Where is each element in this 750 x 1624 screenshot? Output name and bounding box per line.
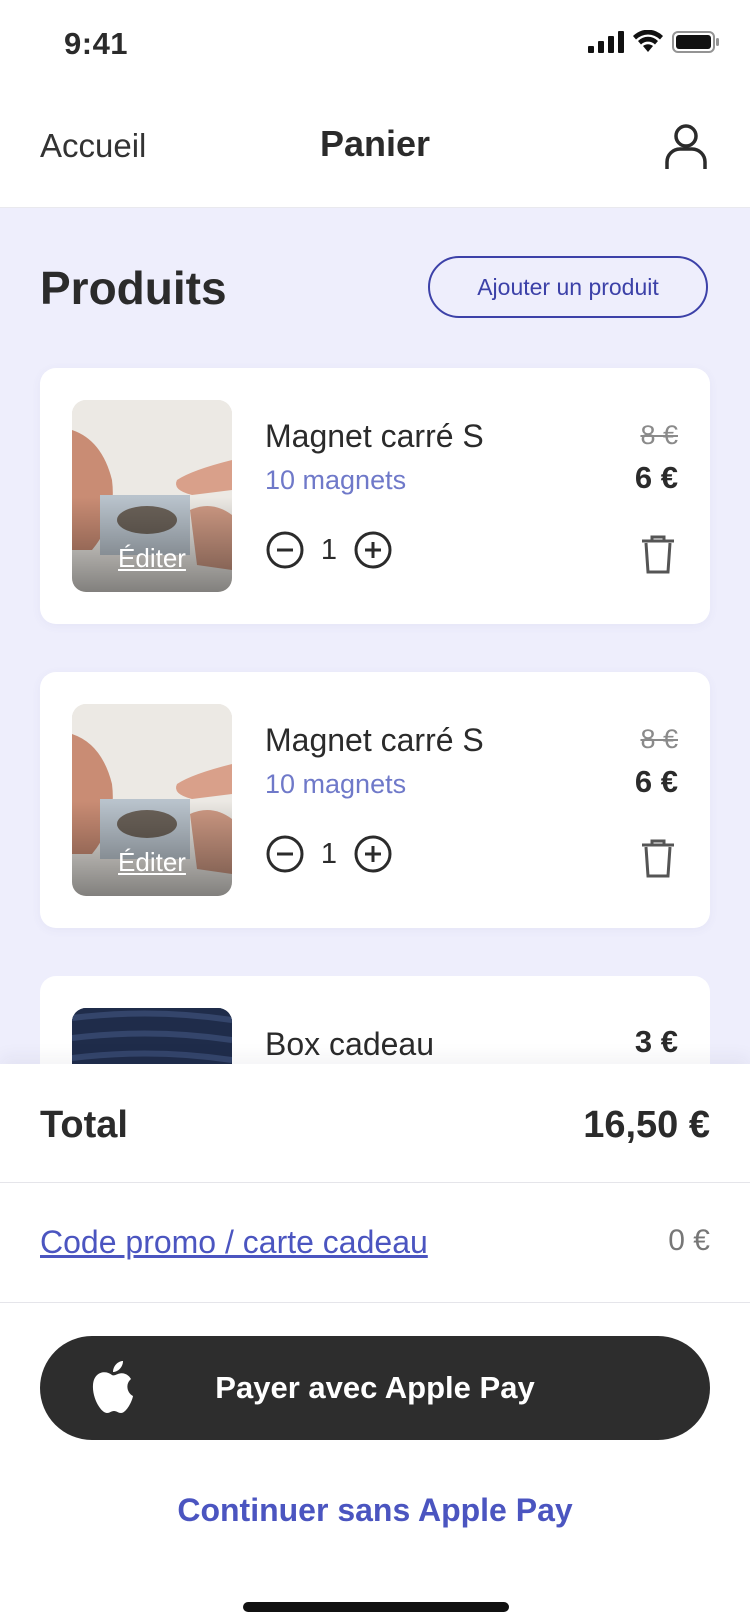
- product-image: Éditer: [72, 400, 232, 592]
- old-price: 8 €: [640, 420, 678, 450]
- wifi-icon: [633, 30, 663, 52]
- checkout-summary: Total 16,50 € Code promo / carte cadeau …: [0, 1064, 750, 1624]
- minus-icon[interactable]: [265, 530, 305, 570]
- divider: [0, 1182, 750, 1183]
- trash-icon[interactable]: [640, 534, 676, 574]
- promo-code-link[interactable]: Code promo / carte cadeau: [40, 1224, 428, 1261]
- plus-icon[interactable]: [353, 530, 393, 570]
- product-name: Box cadeau: [265, 1026, 435, 1062]
- nav-bar: Accueil Panier: [0, 95, 750, 208]
- signal-icon: [588, 31, 624, 53]
- edit-link[interactable]: Éditer: [72, 847, 232, 878]
- section-title: Produits: [40, 262, 227, 314]
- apple-pay-button[interactable]: Payer avec Apple Pay: [40, 1336, 710, 1440]
- cart-content[interactable]: Produits Ajouter un produit Éditer Magne…: [0, 208, 750, 1064]
- minus-icon[interactable]: [265, 834, 305, 874]
- add-product-button[interactable]: Ajouter un produit: [428, 256, 708, 318]
- price: 3 €: [634, 1024, 678, 1059]
- product-name: Magnet carré S: [265, 418, 484, 454]
- quantity-stepper: 1: [265, 834, 393, 874]
- status-bar: 9:41: [0, 0, 750, 95]
- product-image: Éditer: [72, 704, 232, 896]
- cart-item: Box cadeau 3 €: [40, 976, 710, 1064]
- continue-without-apple-pay-link[interactable]: Continuer sans Apple Pay: [0, 1492, 750, 1529]
- price: 6 €: [634, 460, 678, 495]
- product-detail: 10 magnets: [265, 769, 407, 799]
- divider: [0, 1302, 750, 1303]
- edit-link[interactable]: Éditer: [72, 543, 232, 574]
- quantity-value: 1: [320, 533, 338, 566]
- battery-icon: [672, 31, 719, 53]
- product-detail: 10 magnets: [265, 465, 407, 495]
- quantity-value: 1: [320, 837, 338, 870]
- old-price: 8 €: [640, 724, 678, 754]
- cart-item: Éditer Magnet carré S 10 magnets 8 € 6 €…: [40, 672, 710, 928]
- plus-icon[interactable]: [353, 834, 393, 874]
- home-indicator: [243, 1602, 509, 1612]
- total-value: 16,50 €: [583, 1104, 710, 1146]
- cart-item: Éditer Magnet carré S 10 magnets 8 € 6 €…: [40, 368, 710, 624]
- user-icon[interactable]: [664, 123, 708, 171]
- apple-logo-icon: [92, 1361, 133, 1413]
- product-name: Magnet carré S: [265, 722, 484, 758]
- promo-value: 0 €: [668, 1224, 710, 1257]
- status-icons: [588, 30, 720, 54]
- product-image: [72, 1008, 232, 1064]
- trash-icon[interactable]: [640, 838, 676, 878]
- quantity-stepper: 1: [265, 530, 393, 570]
- nav-back-link[interactable]: Accueil: [40, 127, 146, 165]
- price: 6 €: [634, 764, 678, 799]
- apple-pay-label: Payer avec Apple Pay: [215, 1370, 535, 1405]
- product-photo: [72, 1008, 232, 1064]
- total-label: Total: [40, 1104, 128, 1146]
- status-time: 9:41: [64, 26, 129, 61]
